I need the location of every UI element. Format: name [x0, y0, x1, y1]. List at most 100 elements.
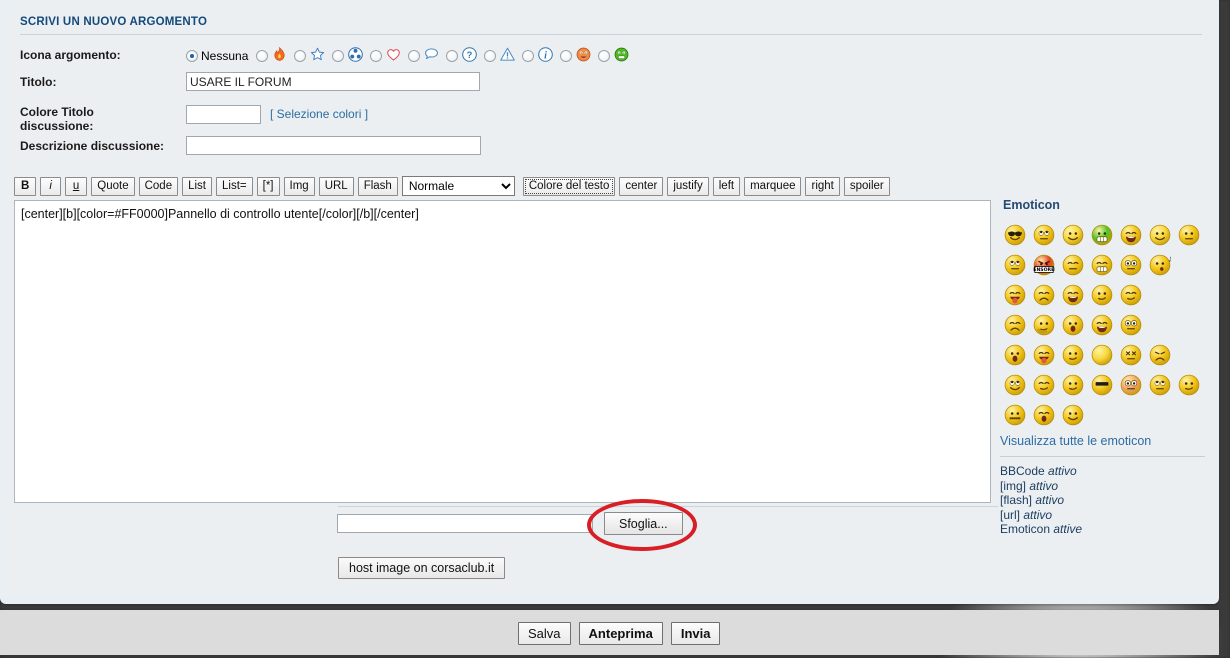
emoticon-rolleyes-icon[interactable]: [1029, 221, 1058, 250]
emoticon-happy-icon[interactable]: [1145, 221, 1174, 250]
bbcode-button-flash[interactable]: Flash: [357, 176, 398, 196]
emoticon-censored-icon[interactable]: CENSORED: [1029, 251, 1058, 280]
emoticon-cool-icon[interactable]: [1000, 221, 1029, 250]
browse-button[interactable]: Sfoglia...: [604, 512, 683, 535]
radio-info[interactable]: [522, 50, 535, 62]
topic-icon-option-warning[interactable]: [484, 46, 516, 66]
topic-icon-option-smiley-grin-green[interactable]: [598, 46, 630, 66]
emoticon-sleepy-icon[interactable]: [1029, 401, 1058, 430]
emoticon-shrug-icon[interactable]: [1174, 221, 1203, 250]
emoticon-stare-icon[interactable]: [1116, 311, 1145, 340]
topic-icon-option-info[interactable]: i: [522, 46, 554, 66]
emoticon-worried-icon[interactable]: [1029, 281, 1058, 310]
message-textarea[interactable]: [center][b][color=#FF0000]Pannello di co…: [14, 200, 991, 503]
topic-icon-option-heart[interactable]: [370, 46, 402, 66]
footer-buttons[interactable]: Salva Anteprima Invia: [518, 622, 721, 645]
topic-icon-option-question[interactable]: ?: [446, 46, 478, 66]
radio-speech-bubble[interactable]: [408, 50, 421, 62]
host-image-button[interactable]: host image on corsaclub.it: [338, 557, 506, 579]
emoticon-grin-eyes-icon[interactable]: [1000, 371, 1029, 400]
bbcode-button-u[interactable]: u: [64, 176, 88, 196]
radioactive-icon[interactable]: [347, 46, 364, 66]
radio-star[interactable]: [294, 50, 307, 62]
emoticon-grid[interactable]: CENSORED ♪: [1000, 220, 1213, 430]
bbcode-button-left[interactable]: left: [712, 176, 741, 196]
smiley-green-icon[interactable]: [613, 46, 630, 66]
emoticon-blush-icon[interactable]: [1116, 371, 1145, 400]
emoticon-laugh-icon[interactable]: [1116, 221, 1145, 250]
emoticon-thumbsup-lol-icon[interactable]: [1087, 311, 1116, 340]
emoticon-surprised-icon[interactable]: [1000, 341, 1029, 370]
bbcode-button-img[interactable]: Img: [283, 176, 315, 196]
bbcode-button-list[interactable]: List: [182, 176, 213, 196]
bbcode-button-url[interactable]: URL: [318, 176, 354, 196]
emoticon-tongue-hands-icon[interactable]: [1000, 281, 1029, 310]
color-picker-link[interactable]: [ Selezione colori ]: [270, 107, 368, 121]
text-color-button[interactable]: Colore del testo: [522, 176, 616, 196]
bbcode-button-marquee[interactable]: marquee: [744, 176, 802, 196]
topic-icon-option-speech-bubble[interactable]: [408, 46, 440, 66]
bbcode-button-spoiler[interactable]: spoiler: [843, 176, 890, 196]
radio-radioactive[interactable]: [332, 50, 345, 62]
emoticon-sick-green-icon[interactable]: [1087, 221, 1116, 250]
title-input[interactable]: [186, 72, 480, 91]
emoticon-sly-icon[interactable]: [1029, 371, 1058, 400]
fire-icon[interactable]: [271, 46, 288, 66]
radio-question[interactable]: [446, 50, 459, 62]
emoticon-raspberry-icon[interactable]: [1029, 341, 1058, 370]
topic-icon-option-smiley-tongue[interactable]: [560, 46, 592, 66]
emoticon-shocked-icon[interactable]: [1058, 311, 1087, 340]
attachment-file-input[interactable]: [337, 514, 593, 533]
radio-warning[interactable]: [484, 50, 497, 62]
emoticon-censor-bar-icon[interactable]: [1087, 371, 1116, 400]
bbcode-button-right[interactable]: right: [805, 176, 840, 196]
radio-heart[interactable]: [370, 50, 383, 62]
topic-icon-option-nessuna[interactable]: Nessuna: [186, 49, 250, 63]
emoticon-smile-icon[interactable]: [1058, 221, 1087, 250]
bbcode-toolbar[interactable]: Bi u Quote Code List List= [*] Img URL Flash Norma…: [14, 174, 1204, 198]
bbcode-button-list[interactable]: List=: [216, 176, 253, 196]
heart-icon[interactable]: [385, 46, 402, 66]
footer-button-salva[interactable]: Salva: [518, 622, 571, 645]
bbcode-button-justify[interactable]: justify: [667, 176, 709, 196]
emoticon-thumbsdown-icon[interactable]: [1116, 281, 1145, 310]
emoticon-thinking-icon[interactable]: [1029, 311, 1058, 340]
emoticon-facepalm-icon[interactable]: [1058, 251, 1087, 280]
question-icon[interactable]: ?: [461, 46, 478, 66]
info-icon[interactable]: i: [537, 46, 554, 66]
emoticon-blank-icon[interactable]: [1087, 341, 1116, 370]
star-icon[interactable]: [309, 46, 326, 66]
view-all-emoticons-link[interactable]: Visualizza tutte le emoticon: [1000, 434, 1213, 448]
bbcode-button-code[interactable]: Code: [138, 176, 179, 196]
footer-button-anteprima[interactable]: Anteprima: [578, 622, 663, 645]
radio-fire[interactable]: [256, 50, 269, 62]
emoticon-eyeroll-icon[interactable]: [1000, 251, 1029, 280]
emoticon-bigsmile-icon[interactable]: [1058, 281, 1087, 310]
topic-icon-radio-group[interactable]: Nessuna? i: [186, 46, 636, 66]
emoticon-sad-icon[interactable]: [1145, 341, 1174, 370]
description-input[interactable]: [186, 136, 481, 155]
emoticon-zipped-icon[interactable]: [1000, 401, 1029, 430]
topic-icon-option-fire[interactable]: [256, 46, 288, 66]
smiley-orange-icon[interactable]: [575, 46, 592, 66]
emoticon-dizzy-icon[interactable]: [1116, 341, 1145, 370]
bbcode-button-quote[interactable]: Quote: [91, 176, 135, 196]
topic-icon-option-star[interactable]: [294, 46, 326, 66]
emoticon-pencil-icon[interactable]: [1058, 341, 1087, 370]
radio-nessuna[interactable]: [186, 50, 198, 62]
emoticon-halfsmile-icon[interactable]: [1174, 371, 1203, 400]
emoticon-cry-sparkle-icon[interactable]: [1000, 311, 1029, 340]
title-color-input[interactable]: [186, 105, 261, 124]
emoticon-grin-teeth-icon[interactable]: [1087, 251, 1116, 280]
bubble-icon[interactable]: [423, 46, 440, 66]
footer-button-invia[interactable]: Invia: [670, 622, 721, 645]
emoticon-confused-icon[interactable]: [1116, 251, 1145, 280]
emoticon-whistle-icon[interactable]: ♪: [1145, 251, 1174, 280]
bbcode-button-b[interactable]: B: [14, 176, 37, 196]
emoticon-wideeyes-icon[interactable]: [1145, 371, 1174, 400]
bbcode-button-[interactable]: [*]: [256, 176, 280, 196]
bbcode-button-center[interactable]: center: [619, 176, 664, 196]
bbcode-button-i[interactable]: i: [40, 176, 61, 196]
radio-smiley-tongue[interactable]: [560, 50, 573, 62]
font-size-select[interactable]: NormalePiccoloGrandeEnorme: [401, 176, 515, 196]
